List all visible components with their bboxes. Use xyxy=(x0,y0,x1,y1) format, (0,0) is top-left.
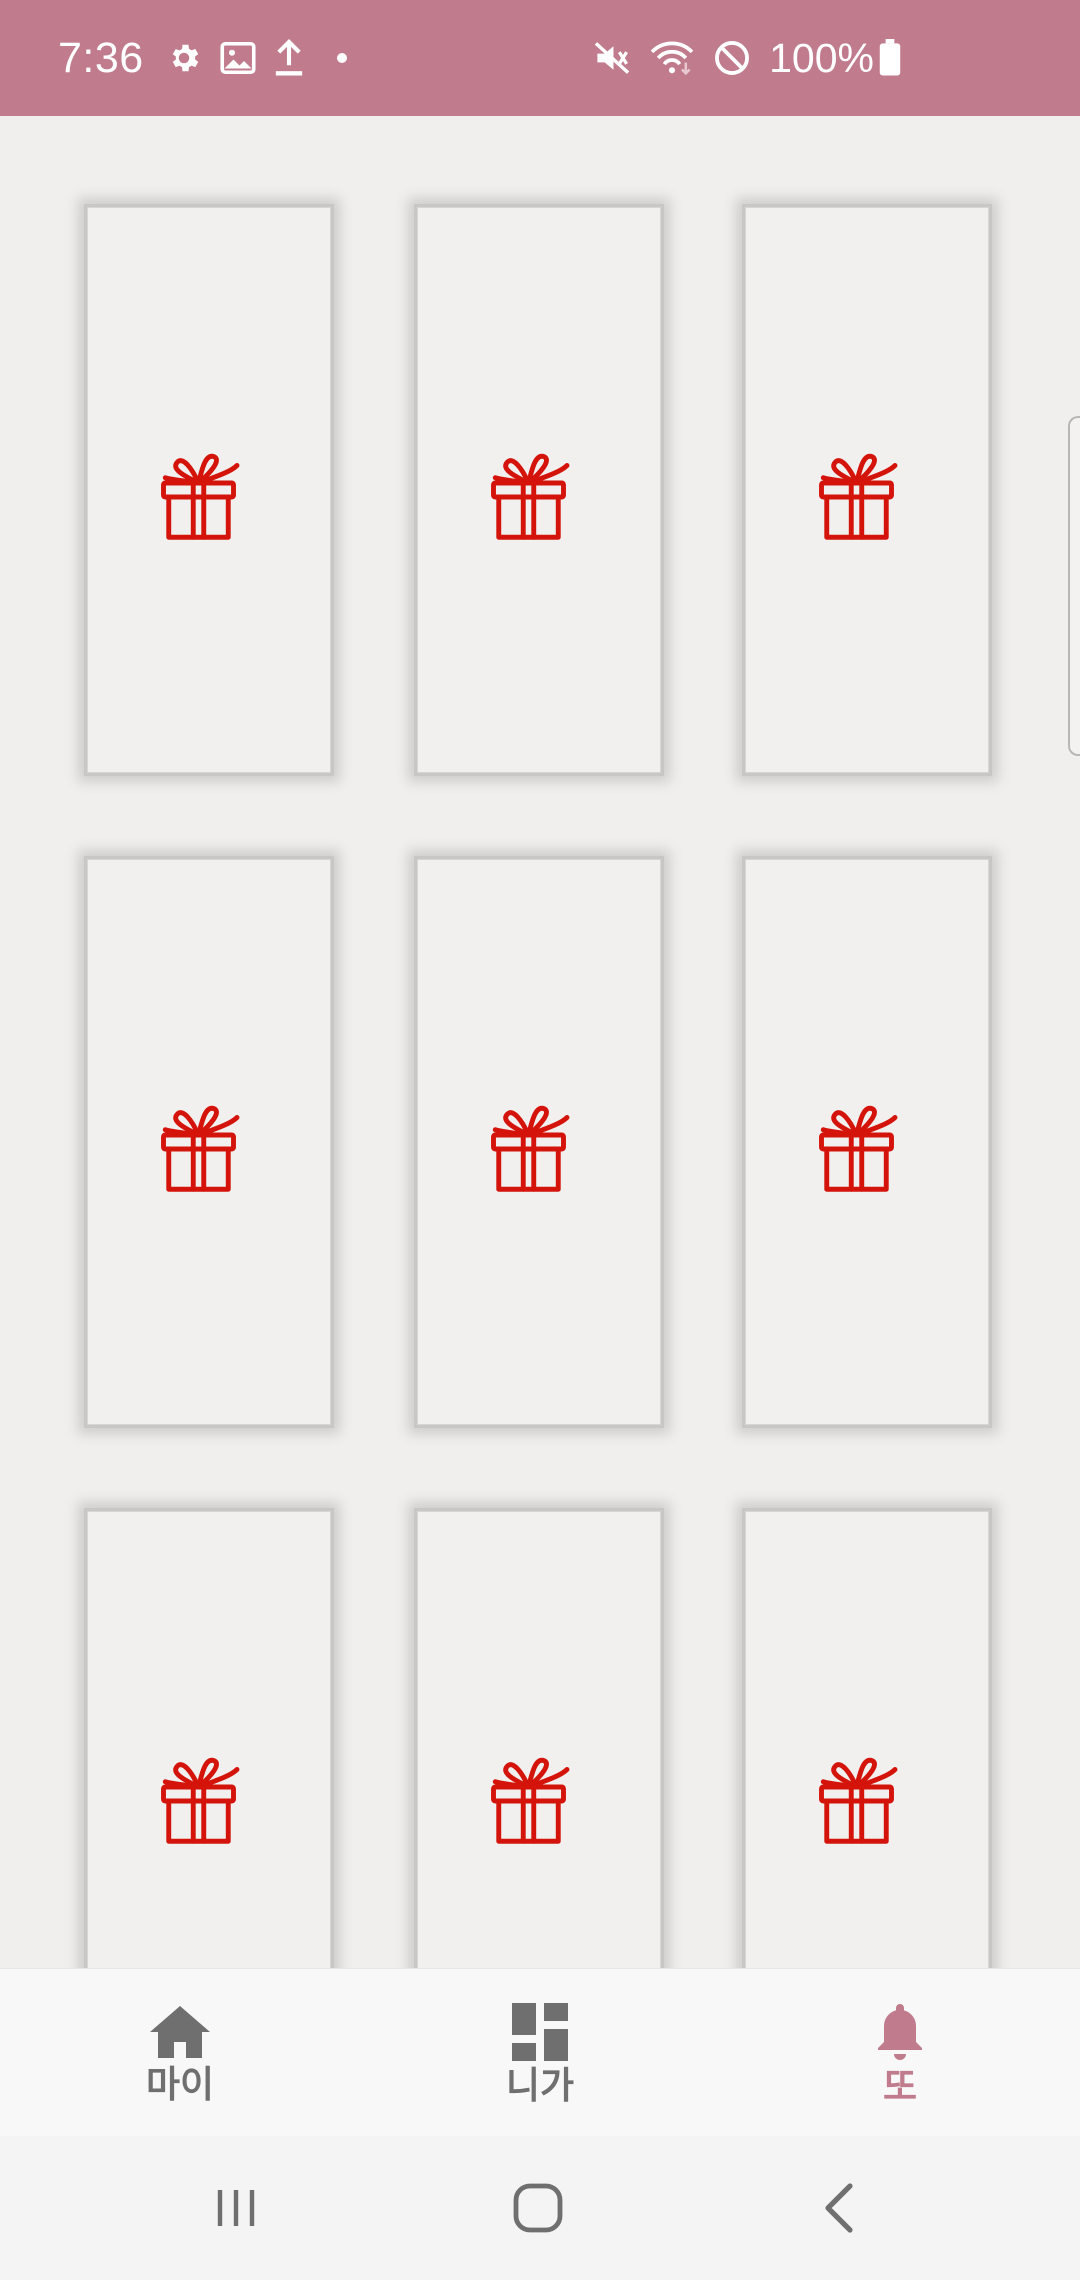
nav-label-my: 마이 xyxy=(145,2063,215,2105)
gift-icon xyxy=(811,1738,923,1850)
gift-card[interactable] xyxy=(414,856,664,1428)
gift-card[interactable] xyxy=(84,204,334,776)
gift-icon xyxy=(483,1738,595,1850)
nav-label-tto: 또 xyxy=(882,2065,918,2107)
gift-card[interactable] xyxy=(414,204,664,776)
gift-icon xyxy=(153,1086,265,1198)
gift-icon xyxy=(483,1086,595,1198)
recent-apps-icon xyxy=(212,2184,260,2232)
gift-card[interactable] xyxy=(414,1508,664,1968)
gift-card[interactable] xyxy=(742,204,992,776)
settings-gear-icon xyxy=(166,40,202,76)
gift-card[interactable] xyxy=(84,856,334,1428)
gift-card-grid xyxy=(0,116,1080,1968)
wifi-icon xyxy=(649,39,695,77)
do-not-disturb-icon xyxy=(713,39,751,77)
home-icon xyxy=(148,2004,212,2060)
nav-item-niga[interactable]: 니가 xyxy=(440,1969,640,2137)
bottom-navigation: 마이 니가 또 xyxy=(0,1968,1080,2137)
status-left-group: 7:36 xyxy=(58,0,348,116)
back-icon xyxy=(820,2182,860,2234)
gift-icon xyxy=(153,1738,265,1850)
dashboard-icon xyxy=(512,2002,568,2061)
status-right-group: 100% xyxy=(593,0,902,116)
edge-panel-handle[interactable] xyxy=(1068,416,1080,756)
gift-card[interactable] xyxy=(742,1508,992,1968)
nav-item-tto[interactable]: 또 xyxy=(800,1969,1000,2137)
battery-icon xyxy=(878,39,902,77)
gift-icon xyxy=(811,434,923,546)
status-bar: 7:36 100% xyxy=(0,0,1080,116)
vibrate-mute-icon xyxy=(593,40,631,76)
recent-apps-button[interactable] xyxy=(156,2136,316,2280)
system-navigation-bar xyxy=(0,2136,1080,2280)
nav-label-niga: 니가 xyxy=(505,2064,575,2106)
nav-item-my[interactable]: 마이 xyxy=(80,1969,280,2137)
gift-icon xyxy=(483,434,595,546)
battery-percent: 100% xyxy=(769,34,874,81)
status-time: 7:36 xyxy=(58,33,144,82)
gift-icon xyxy=(153,434,265,546)
home-circle-icon xyxy=(512,2182,564,2234)
gift-card[interactable] xyxy=(742,856,992,1428)
gift-card[interactable] xyxy=(84,1508,334,1968)
back-button[interactable] xyxy=(760,2136,920,2280)
bell-icon xyxy=(874,2002,926,2062)
home-button[interactable] xyxy=(458,2136,618,2280)
image-notification-icon xyxy=(220,41,256,75)
gift-icon xyxy=(811,1086,923,1198)
dot-icon xyxy=(336,52,348,64)
upload-icon xyxy=(274,39,304,77)
